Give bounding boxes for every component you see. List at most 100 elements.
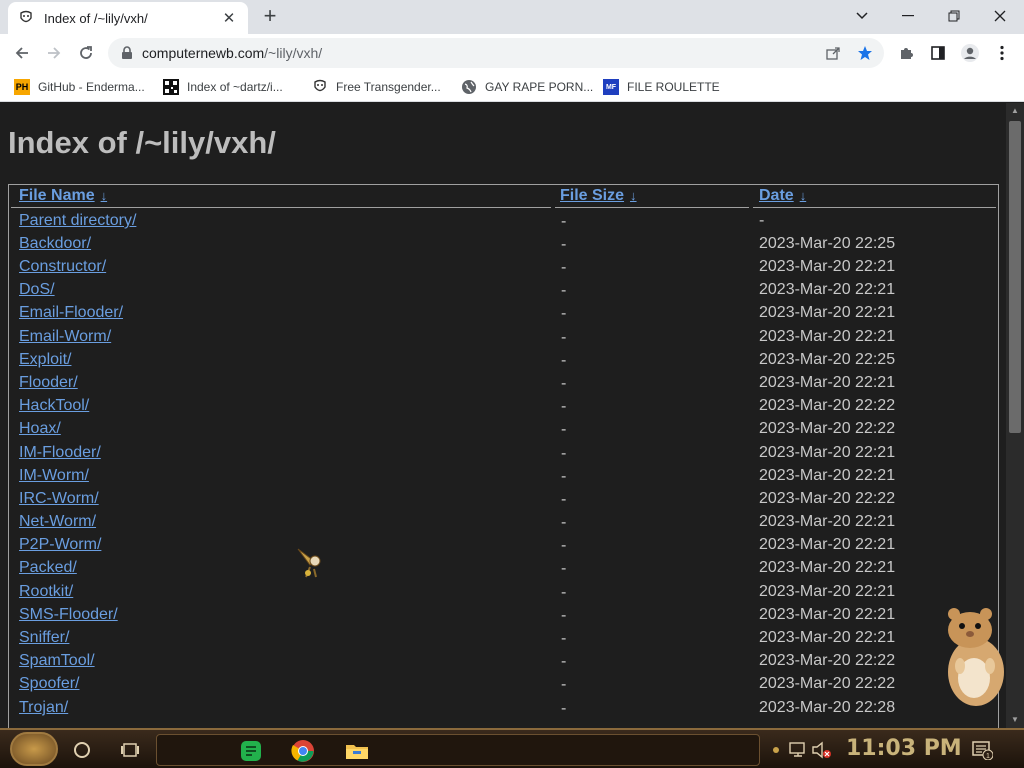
bookmark-item[interactable]: PH GitHub - Enderma... (14, 78, 145, 96)
tab-search-chevron-icon[interactable] (840, 2, 884, 30)
file-link[interactable]: Hoax/ (19, 420, 61, 438)
forward-arrow-icon[interactable] (42, 41, 66, 65)
table-row: IM-Worm/ - 2023-Mar-20 22:21 (9, 467, 998, 490)
notification-count: 1 (986, 753, 990, 760)
scroll-up-arrow-icon[interactable]: ▲ (1010, 106, 1020, 116)
file-size: - (561, 445, 567, 462)
file-link[interactable]: IRC-Worm/ (19, 490, 99, 508)
table-row: Backdoor/ - 2023-Mar-20 22:25 (9, 235, 998, 258)
file-link[interactable]: DoS/ (19, 281, 55, 299)
minimize-icon[interactable] (886, 2, 930, 30)
tab-strip: Index of /~lily/vxh/ ✕ + (0, 0, 1024, 34)
share-icon[interactable] (822, 42, 844, 64)
tab-title: Index of /~lily/vxh/ (44, 10, 148, 26)
address-bar[interactable]: computernewb.com/~lily/vxh/ (108, 38, 884, 68)
file-link[interactable]: Sniffer/ (19, 629, 69, 647)
table-row: SpamTool/ - 2023-Mar-20 22:22 (9, 652, 998, 675)
cortana-circle-icon[interactable] (70, 738, 94, 762)
reload-icon[interactable] (74, 41, 98, 65)
bookmark-item[interactable]: Index of ~dartz/i... (163, 78, 283, 96)
new-tab-button[interactable]: + (258, 5, 282, 29)
file-size: - (561, 398, 567, 415)
table-row: P2P-Worm/ - 2023-Mar-20 22:21 (9, 536, 998, 559)
file-link[interactable]: P2P-Worm/ (19, 536, 101, 554)
file-date: 2023-Mar-20 22:21 (759, 536, 896, 553)
scroll-down-arrow-icon[interactable]: ▼ (1010, 715, 1020, 725)
extensions-puzzle-icon[interactable] (894, 41, 918, 65)
table-row: HackTool/ - 2023-Mar-20 22:22 (9, 397, 998, 420)
date-column-header[interactable]: Date ↓ (759, 187, 806, 205)
file-link[interactable]: Exploit/ (19, 351, 71, 369)
bookmark-label: Free Transgender... (336, 80, 441, 94)
file-link[interactable]: Constructor/ (19, 258, 106, 276)
file-link[interactable]: SpamTool/ (19, 652, 95, 670)
mask-icon (312, 79, 328, 95)
file-link[interactable]: Parent directory/ (19, 212, 136, 230)
file-link[interactable]: Net-Worm/ (19, 513, 96, 531)
kebab-menu-icon[interactable] (990, 41, 1014, 65)
lock-icon[interactable] (120, 46, 134, 60)
taskbar-clock[interactable]: 11:03 PM (846, 736, 962, 761)
file-name-column-header[interactable]: File Name ↓ (19, 187, 107, 205)
file-link[interactable]: Trojan/ (19, 699, 68, 717)
notes-app-icon[interactable] (239, 739, 263, 763)
bookmark-item[interactable]: Free Transgender... (312, 78, 441, 96)
side-panel-icon[interactable] (926, 41, 950, 65)
start-button[interactable] (10, 732, 58, 766)
close-tab-icon[interactable]: ✕ (220, 9, 238, 27)
task-view-icon[interactable] (118, 738, 142, 762)
file-link[interactable]: IM-Flooder/ (19, 444, 101, 462)
notifications-icon[interactable]: 1 (970, 738, 994, 762)
file-link[interactable]: Email-Flooder/ (19, 304, 123, 322)
globe-icon (461, 79, 477, 95)
network-icon[interactable] (786, 738, 810, 762)
file-name-header-label: File Name (19, 187, 95, 204)
table-row: Packed/ - 2023-Mar-20 22:21 (9, 559, 998, 582)
file-date: 2023-Mar-20 22:21 (759, 374, 896, 391)
file-size: - (561, 213, 567, 230)
file-link[interactable]: SMS-Flooder/ (19, 606, 118, 624)
table-row: IRC-Worm/ - 2023-Mar-20 22:22 (9, 490, 998, 513)
bookmark-star-icon[interactable] (854, 42, 876, 64)
file-link[interactable]: Flooder/ (19, 374, 78, 392)
chrome-icon[interactable] (291, 739, 315, 763)
bookmark-item[interactable]: MF FILE ROULETTE (603, 78, 720, 96)
scrollbar-thumb[interactable] (1009, 121, 1021, 433)
sort-arrow-icon: ↓ (100, 188, 108, 203)
table-row: Flooder/ - 2023-Mar-20 22:21 (9, 374, 998, 397)
file-date: 2023-Mar-20 22:22 (759, 652, 896, 669)
file-size: - (561, 560, 567, 577)
file-size: - (561, 584, 567, 601)
volume-muted-icon[interactable] (810, 738, 834, 762)
restore-icon[interactable] (932, 2, 976, 30)
file-link[interactable]: Backdoor/ (19, 235, 91, 253)
back-arrow-icon[interactable] (10, 41, 34, 65)
file-link[interactable]: Rootkit/ (19, 583, 73, 601)
tab-favicon-icon (18, 10, 34, 26)
sort-arrow-icon: ↓ (630, 188, 637, 203)
window-close-icon[interactable] (978, 2, 1022, 30)
page-scrollbar[interactable]: ▲ ▼ (1006, 103, 1024, 728)
profile-avatar-icon[interactable] (958, 41, 982, 65)
file-link[interactable]: HackTool/ (19, 397, 89, 415)
sort-arrow-icon: ↓ (799, 188, 807, 203)
table-row: Constructor/ - 2023-Mar-20 22:21 (9, 258, 998, 281)
file-date: 2023-Mar-20 22:25 (759, 235, 896, 252)
file-link[interactable]: Email-Worm/ (19, 328, 111, 346)
table-row: Parent directory/ - - (9, 212, 998, 235)
bookmark-item[interactable]: GAY RAPE PORN... (461, 78, 593, 96)
file-link[interactable]: Packed/ (19, 559, 77, 577)
file-date: 2023-Mar-20 22:21 (759, 629, 896, 646)
show-hidden-icons-icon[interactable] (764, 738, 788, 762)
file-size: - (561, 537, 567, 554)
table-row: Exploit/ - 2023-Mar-20 22:25 (9, 351, 998, 374)
file-link[interactable]: IM-Worm/ (19, 467, 89, 485)
browser-tab[interactable]: Index of /~lily/vxh/ ✕ (8, 2, 248, 34)
file-size-column-header[interactable]: File Size ↓ (560, 187, 637, 205)
file-size: - (561, 700, 567, 717)
browser-toolbar: computernewb.com/~lily/vxh/ (0, 34, 1024, 72)
file-size: - (561, 236, 567, 253)
file-date: 2023-Mar-20 22:22 (759, 420, 896, 437)
file-link[interactable]: Spoofer/ (19, 675, 79, 693)
file-explorer-icon[interactable] (345, 739, 369, 763)
